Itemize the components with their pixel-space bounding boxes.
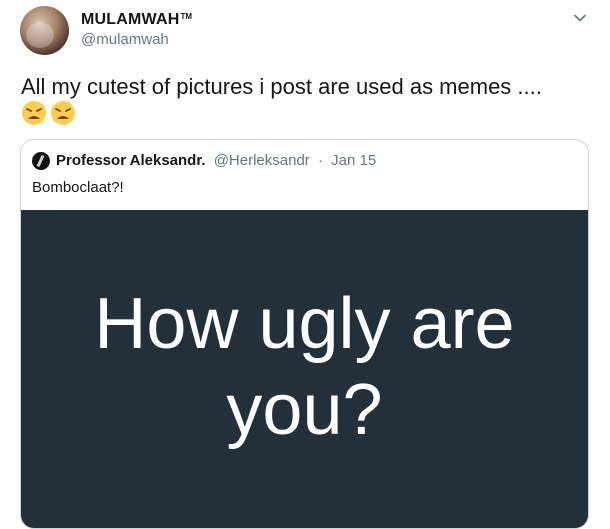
avatar[interactable] [20,6,69,55]
chevron-down-icon[interactable] [572,10,588,26]
trademark-mark: TM [180,12,193,21]
tweet-text: All my cutest of pictures i post are use… [21,74,542,99]
quoted-tweet-image[interactable]: How ugly are you? [21,210,588,528]
quoted-handle[interactable]: @Herleksandr [214,152,310,169]
weary-face-icon [51,101,75,125]
quoted-tweet-card[interactable]: Professor Aleksandr. @Herleksandr · Jan … [20,139,589,529]
quoted-avatar[interactable] [32,152,50,170]
quoted-tweet-text: Bomboclaat?! [32,179,124,196]
author-name-row[interactable]: MULAMWAH TM [81,11,192,29]
quoted-date[interactable]: Jan 15 [331,152,376,169]
author-handle[interactable]: @mulamwah [81,31,169,48]
image-caption-text: How ugly are you? [94,284,515,450]
author-display-name[interactable]: MULAMWAH [81,11,179,29]
weary-face-icon [22,101,46,125]
quoted-header: Professor Aleksandr. @Herleksandr · Jan … [56,152,376,169]
separator-dot: · [317,152,323,169]
quoted-display-name[interactable]: Professor Aleksandr. [56,152,206,169]
emoji-row [21,100,76,126]
